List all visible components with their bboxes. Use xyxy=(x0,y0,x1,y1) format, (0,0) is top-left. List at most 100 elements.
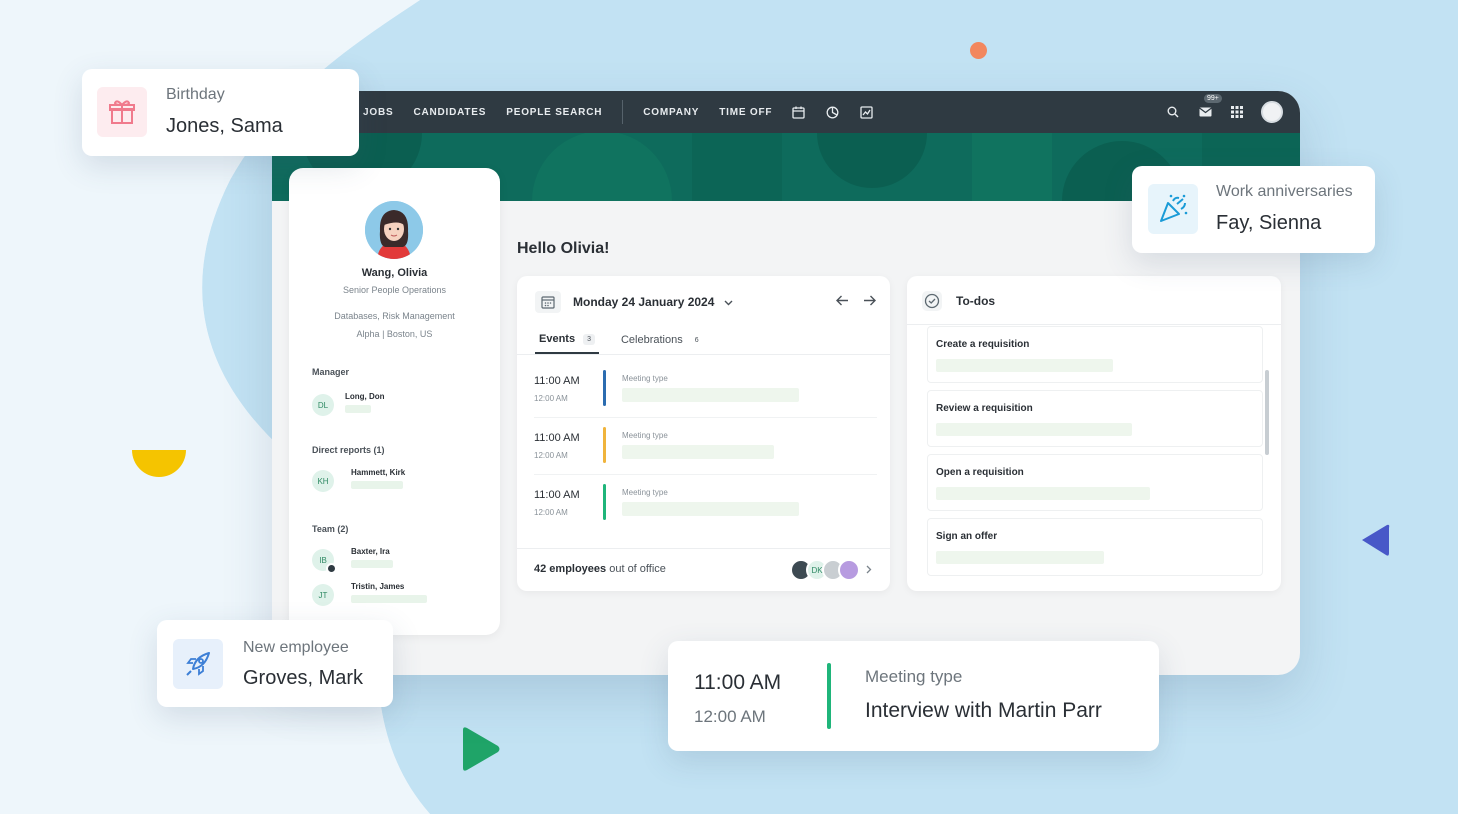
date-navigation xyxy=(822,294,876,308)
birthday-card[interactable]: Birthday Jones, Sama xyxy=(82,69,359,156)
events-header: Monday 24 January 2024 xyxy=(535,291,733,313)
check-circle-icon xyxy=(922,291,942,311)
out-of-office-count: 42 employees xyxy=(534,563,607,575)
event-start-time: 11:00 AM xyxy=(534,432,580,444)
work-anniversaries-card[interactable]: Work anniversaries Fay, Sienna xyxy=(1132,166,1375,253)
tab-celebrations[interactable]: Celebrations 6 xyxy=(617,329,707,354)
event-placeholder xyxy=(622,502,799,516)
mail-icon[interactable]: 99+ xyxy=(1197,94,1222,120)
todo-item[interactable]: Create a requisition xyxy=(927,326,1263,383)
event-start-time: 11:00 AM xyxy=(534,375,580,387)
event-end-time: 12:00 AM xyxy=(534,394,568,403)
apps-grid-icon[interactable] xyxy=(1229,104,1245,120)
tabs-divider xyxy=(517,354,890,355)
event-row[interactable]: 11:00 AM 12:00 AM Meeting type xyxy=(534,370,877,420)
event-color-bar xyxy=(603,427,606,463)
todo-placeholder xyxy=(936,359,1113,372)
new-employee-card[interactable]: New employee Groves, Mark xyxy=(157,620,393,707)
nav-people-search[interactable]: PEOPLE SEARCH xyxy=(506,107,602,118)
blue-triangle xyxy=(1362,524,1390,556)
search-icon[interactable] xyxy=(1165,104,1181,120)
top-navigation-bar: JOBS CANDIDATES PEOPLE SEARCH COMPANY TI… xyxy=(272,91,1300,133)
arrow-right-icon[interactable] xyxy=(863,294,876,308)
todos-divider xyxy=(907,324,1281,325)
manager-name: Long, Don xyxy=(345,392,385,401)
team-member-initials: JT xyxy=(312,584,334,606)
manager-placeholder xyxy=(345,405,371,413)
profile-location: Alpha | Boston, US xyxy=(356,329,433,339)
notification-badge: 99+ xyxy=(1204,94,1222,103)
meeting-card[interactable]: 11:00 AM 12:00 AM Meeting type Interview… xyxy=(668,641,1159,751)
event-end-time: 12:00 AM xyxy=(534,451,568,460)
tab-events[interactable]: Events 3 xyxy=(535,329,599,354)
team-member-row[interactable]: JT Tristin, James xyxy=(312,582,427,606)
manager-initials: DL xyxy=(312,394,334,416)
chevron-right-icon xyxy=(866,561,872,579)
arrow-left-icon[interactable] xyxy=(836,294,849,308)
todo-label: Open a requisition xyxy=(936,467,1024,478)
nav-company[interactable]: COMPANY xyxy=(643,107,699,118)
meeting-type: Meeting type xyxy=(865,667,963,686)
profile-portrait xyxy=(365,201,423,259)
todos-card: To-dos Create a requisition Review a req… xyxy=(907,276,1281,591)
user-avatar[interactable] xyxy=(1261,101,1283,123)
orange-dot xyxy=(970,42,987,59)
team-member-placeholder xyxy=(351,560,393,568)
todo-placeholder xyxy=(936,551,1104,564)
profile-card: Wang, Olivia Senior People Operations Da… xyxy=(289,168,500,635)
event-end-time: 12:00 AM xyxy=(534,508,568,517)
party-popper-icon xyxy=(1148,184,1198,234)
event-row[interactable]: 11:00 AM 12:00 AM Meeting type xyxy=(534,484,877,534)
event-type: Meeting type xyxy=(622,374,668,383)
report-chart-icon[interactable] xyxy=(860,105,874,119)
todo-placeholder xyxy=(936,423,1132,436)
todo-item[interactable]: Sign an offer xyxy=(927,518,1263,576)
gift-icon xyxy=(97,87,147,137)
birthday-label: Birthday xyxy=(166,86,225,103)
nav-candidates[interactable]: CANDIDATES xyxy=(413,107,486,118)
todos-scrollbar[interactable] xyxy=(1265,370,1269,455)
direct-reports-label: Direct reports (1) xyxy=(312,445,385,455)
direct-report-name: Hammett, Kirk xyxy=(351,468,406,477)
events-tabs: Events 3 Celebrations 6 xyxy=(535,329,725,354)
greeting-heading: Hello Olivia! xyxy=(517,240,610,257)
nav-time-off[interactable]: TIME OFF xyxy=(719,107,772,118)
out-of-office-text: 42 employees out of office xyxy=(534,563,666,575)
team-member-name: Baxter, Ira xyxy=(351,547,390,556)
todo-label: Sign an offer xyxy=(936,531,998,542)
tab-events-count: 3 xyxy=(583,333,595,345)
todo-item[interactable]: Review a requisition xyxy=(927,390,1263,447)
team-label: Team (2) xyxy=(312,524,349,534)
chevron-down-icon[interactable] xyxy=(724,293,733,311)
new-employee-label: New employee xyxy=(243,639,349,656)
team-member-placeholder xyxy=(351,595,427,603)
events-date[interactable]: Monday 24 January 2024 xyxy=(573,295,714,309)
direct-report-initials: KH xyxy=(312,470,334,492)
tab-events-label: Events xyxy=(539,333,576,345)
out-of-office-footer[interactable]: 42 employees out of office DK xyxy=(517,548,890,591)
event-start-time: 11:00 AM xyxy=(534,489,580,501)
team-member-row[interactable]: IB Baxter, Ira xyxy=(312,547,393,574)
row-divider xyxy=(534,474,877,475)
manager-row[interactable]: DL Long, Don xyxy=(312,392,385,416)
tab-celebrations-label: Celebrations xyxy=(620,334,683,346)
event-placeholder xyxy=(622,388,799,402)
todo-placeholder xyxy=(936,487,1150,500)
out-of-office-avatars: DK xyxy=(790,559,872,581)
calendar-icon[interactable] xyxy=(792,105,806,119)
pie-chart-icon[interactable] xyxy=(826,105,840,119)
new-employee-name: Groves, Mark xyxy=(243,667,364,689)
event-type: Meeting type xyxy=(622,431,668,440)
nav-jobs[interactable]: JOBS xyxy=(363,107,393,118)
event-row[interactable]: 11:00 AM 12:00 AM Meeting type xyxy=(534,427,877,477)
anniversary-name: Fay, Sienna xyxy=(1216,212,1322,234)
status-icon xyxy=(326,563,337,574)
direct-report-row[interactable]: KH Hammett, Kirk xyxy=(312,468,406,492)
event-color-bar xyxy=(603,370,606,406)
out-of-office-suffix: out of office xyxy=(609,563,666,575)
green-triangle xyxy=(463,727,500,771)
avatar xyxy=(838,559,860,581)
todo-item[interactable]: Open a requisition xyxy=(927,454,1263,511)
nav-divider xyxy=(622,100,624,124)
meeting-end-time: 12:00 AM xyxy=(694,707,766,726)
